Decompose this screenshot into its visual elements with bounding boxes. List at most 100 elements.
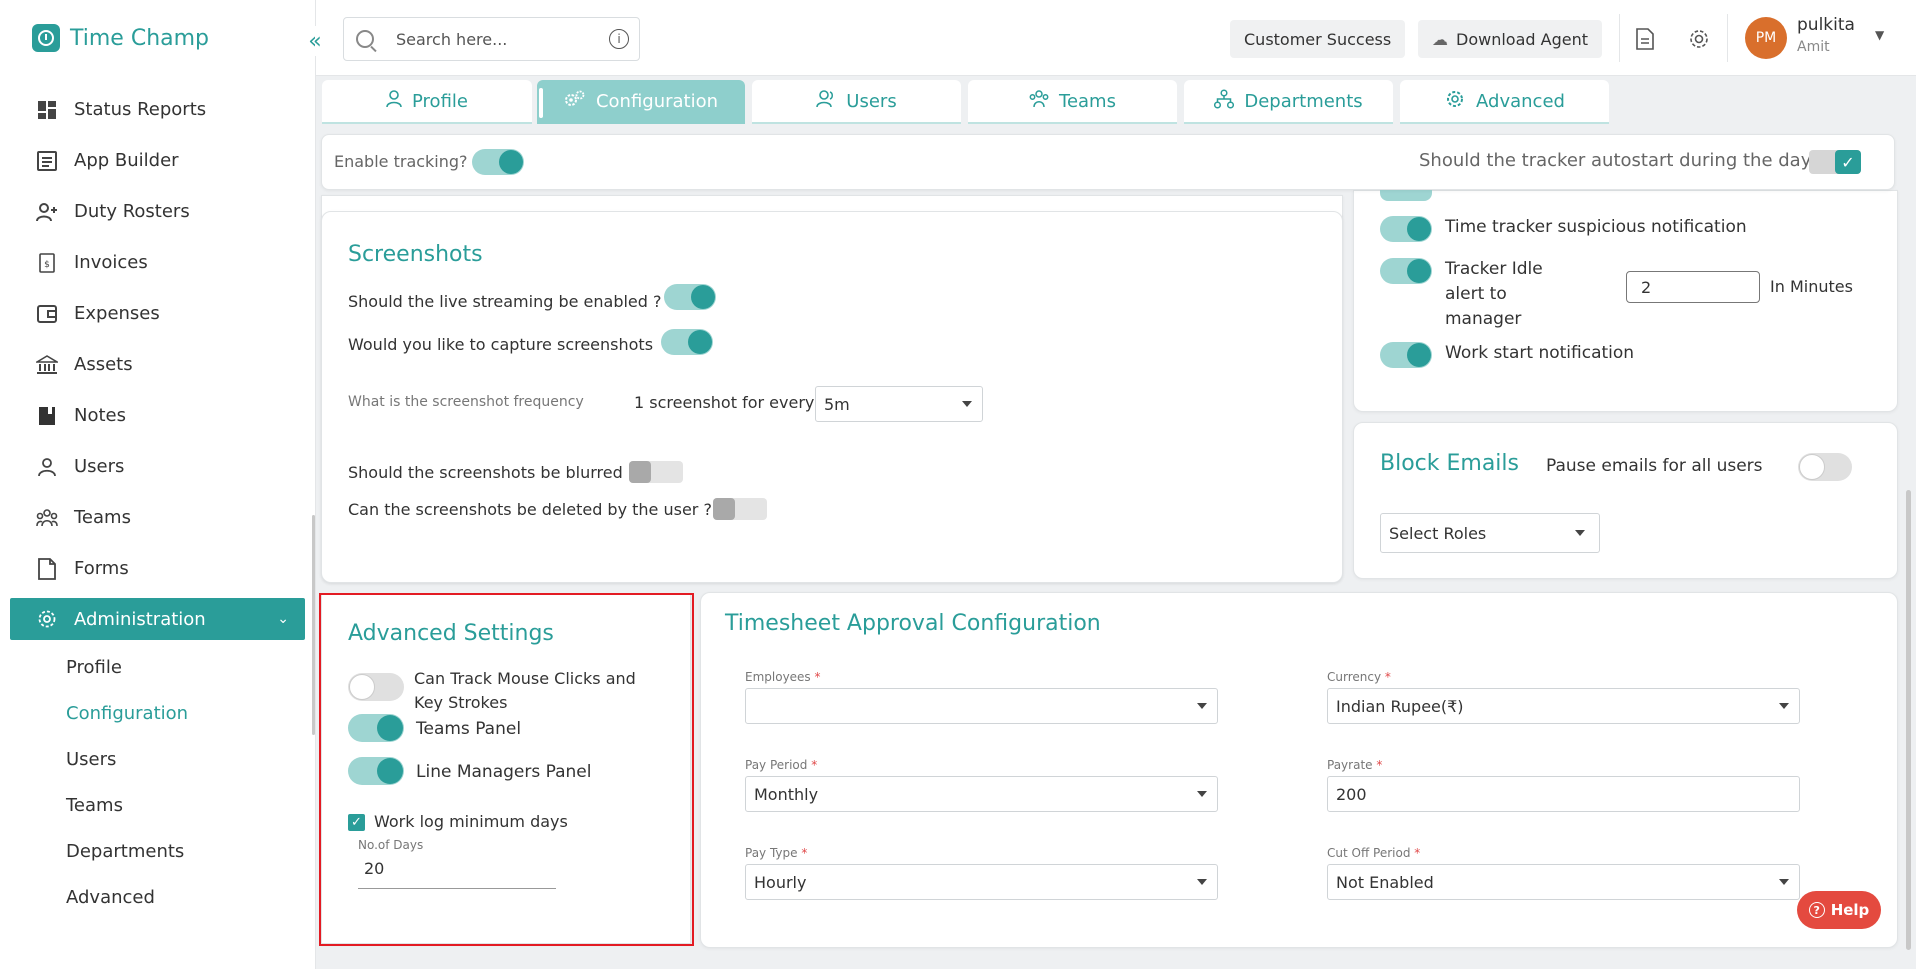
- idle-minutes-input[interactable]: 2: [1626, 271, 1760, 303]
- sidebar-item-assets[interactable]: Assets: [10, 339, 305, 390]
- days-input[interactable]: 20: [358, 859, 556, 889]
- sidebar-item-notes[interactable]: Notes: [10, 390, 305, 441]
- info-icon[interactable]: i: [609, 29, 629, 49]
- team-icon: [36, 507, 58, 529]
- avatar[interactable]: PM: [1745, 17, 1787, 59]
- search-input[interactable]: [396, 29, 596, 49]
- download-agent-button[interactable]: ☁ Download Agent: [1418, 20, 1602, 58]
- subnav-item-advanced[interactable]: Advanced: [66, 874, 305, 920]
- tab-advanced[interactable]: Advanced: [1400, 80, 1609, 124]
- collapse-sidebar-icon[interactable]: «: [300, 26, 330, 56]
- search-icon: [356, 30, 374, 48]
- report-document-icon[interactable]: [1631, 25, 1659, 53]
- currency-select[interactable]: Indian Rupee(₹): [1327, 688, 1800, 724]
- cutoff-select[interactable]: Not Enabled: [1327, 864, 1800, 900]
- subnav-item-departments[interactable]: Departments: [66, 828, 305, 874]
- divider: [1619, 14, 1620, 62]
- autostart-toggle[interactable]: ✓: [1809, 150, 1861, 174]
- select-roles-placeholder: Select Roles: [1389, 523, 1487, 543]
- blurred-toggle[interactable]: [629, 461, 683, 483]
- live-streaming-toggle[interactable]: [664, 284, 716, 310]
- pay-period-label: Pay Period *: [745, 758, 818, 772]
- caret-down-icon: [962, 401, 972, 407]
- frequency-select[interactable]: 5m: [815, 386, 983, 422]
- pause-emails-toggle[interactable]: [1798, 453, 1852, 481]
- sidebar-item-label: Duty Rosters: [74, 201, 190, 222]
- sidebar-item-label: Administration: [74, 608, 206, 630]
- work-start-toggle[interactable]: [1380, 342, 1432, 368]
- tab-label: Advanced: [1476, 90, 1565, 112]
- live-streaming-label: Should the live streaming be enabled ?: [348, 292, 662, 311]
- search-box[interactable]: i: [343, 17, 640, 61]
- sidebar-item-teams[interactable]: Teams: [10, 492, 305, 543]
- sidebar-item-label: Status Reports: [74, 99, 207, 120]
- sidebar-item-expenses[interactable]: Expenses: [10, 288, 305, 339]
- screenshots-title: Screenshots: [348, 242, 483, 267]
- help-button[interactable]: ? Help: [1797, 891, 1881, 929]
- user-name[interactable]: pulkita: [1797, 15, 1855, 35]
- notebook-icon: [36, 405, 58, 427]
- deleted-toggle[interactable]: [713, 498, 767, 520]
- tab-configuration[interactable]: Configuration: [537, 80, 745, 124]
- sidebar-item-label: Notes: [74, 405, 126, 426]
- select-roles-dropdown[interactable]: Select Roles: [1380, 513, 1600, 553]
- user-menu-caret-icon[interactable]: ▼: [1875, 28, 1884, 42]
- suspicious-notification-toggle[interactable]: [1380, 216, 1432, 242]
- subnav-item-users[interactable]: Users: [66, 736, 305, 782]
- sidebar-item-invoices[interactable]: $ Invoices: [10, 237, 305, 288]
- capture-screenshots-toggle[interactable]: [661, 329, 713, 355]
- frequency-prefix: 1 screenshot for every: [634, 393, 815, 412]
- worklog-label: Work log minimum days: [374, 812, 568, 831]
- sidebar-item-status-reports[interactable]: Status Reports: [10, 84, 305, 135]
- employees-select[interactable]: [745, 688, 1218, 724]
- user-icon: [386, 89, 402, 113]
- team-icon: [1029, 89, 1049, 113]
- idle-alert-label-line3: manager: [1445, 309, 1522, 329]
- customer-success-button[interactable]: Customer Success: [1230, 20, 1406, 58]
- pay-type-label: Pay Type *: [745, 846, 808, 860]
- active-tab-indicator: [539, 88, 543, 118]
- idle-alert-label-line2: alert to: [1445, 284, 1507, 304]
- idle-alert-toggle[interactable]: [1380, 258, 1432, 284]
- app-logo[interactable]: Time Champ: [32, 24, 209, 52]
- app-builder-icon: [36, 150, 58, 172]
- sidebar-item-users[interactable]: Users: [10, 441, 305, 492]
- tab-teams[interactable]: Teams: [968, 80, 1177, 124]
- teams-panel-toggle[interactable]: [348, 714, 404, 742]
- main-scrollbar[interactable]: [1906, 490, 1911, 950]
- subnav-item-configuration[interactable]: Configuration: [66, 690, 305, 736]
- timesheet-title: Timesheet Approval Configuration: [725, 611, 1101, 636]
- dashboard-icon: [36, 99, 58, 121]
- suspicious-notification-label: Time tracker suspicious notification: [1445, 217, 1747, 237]
- sidebar-scrollbar[interactable]: [312, 515, 315, 735]
- autostart-label: Should the tracker autostart during the …: [1419, 150, 1812, 171]
- sidebar-item-forms[interactable]: Forms: [10, 543, 305, 594]
- sidebar-item-label: Invoices: [74, 252, 148, 273]
- tab-label: Users: [846, 90, 897, 112]
- tab-label: Departments: [1244, 90, 1363, 112]
- cutoff-label: Cut Off Period *: [1327, 846, 1421, 860]
- settings-gear-icon[interactable]: [1685, 25, 1713, 53]
- tab-departments[interactable]: Departments: [1184, 80, 1393, 124]
- enable-tracking-toggle[interactable]: [472, 149, 524, 175]
- pay-type-select[interactable]: Hourly: [745, 864, 1218, 900]
- line-managers-toggle[interactable]: [348, 757, 404, 785]
- tab-profile[interactable]: Profile: [322, 80, 532, 124]
- pay-period-select[interactable]: Monthly: [745, 776, 1218, 812]
- idle-unit-label: In Minutes: [1770, 277, 1853, 296]
- sidebar-item-app-builder[interactable]: App Builder: [10, 135, 305, 186]
- block-emails-card: Block Emails Pause emails for all users …: [1353, 422, 1898, 579]
- worklog-checkbox[interactable]: ✓: [348, 814, 365, 831]
- mouse-keystroke-toggle[interactable]: [348, 673, 404, 701]
- tab-users[interactable]: Users: [752, 80, 961, 124]
- subnav-item-teams[interactable]: Teams: [66, 782, 305, 828]
- idle-alert-label-line1: Tracker Idle: [1445, 259, 1543, 279]
- users-icon: [816, 89, 836, 113]
- subnav-item-profile[interactable]: Profile: [66, 644, 305, 690]
- tab-label: Teams: [1059, 90, 1116, 112]
- sidebar-item-duty-rosters[interactable]: Duty Rosters: [10, 186, 305, 237]
- advanced-settings-title: Advanced Settings: [348, 621, 554, 646]
- sidebar-item-administration[interactable]: Administration ⌄: [10, 598, 305, 640]
- org-chart-icon: [1214, 88, 1235, 114]
- payrate-input[interactable]: 200: [1327, 776, 1800, 812]
